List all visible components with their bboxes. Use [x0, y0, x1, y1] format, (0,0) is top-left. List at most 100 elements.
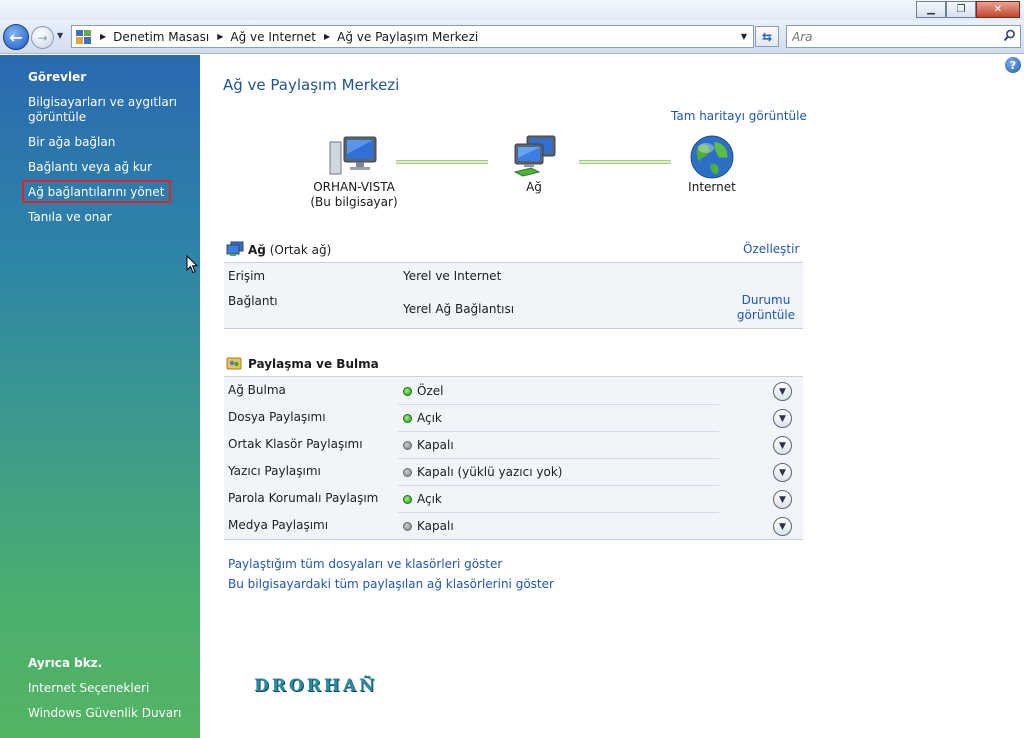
- sharing-row-label: Ortak Klasör Paylaşımı: [228, 437, 363, 451]
- sharing-panel: Ağ Bulma Özel ▼ Dosya Paylaşımı Açık ▼ O…: [224, 376, 803, 540]
- control-panel-icon: [76, 29, 92, 44]
- connection-value: Yerel Ağ Bağlantısı: [403, 302, 515, 316]
- breadcrumb-network-sharing-center[interactable]: Ağ ve Paylaşım Merkezi: [337, 30, 478, 44]
- show-all-shared-folders-link[interactable]: Bu bilgisayardaki tüm paylaşılan ağ klas…: [228, 577, 554, 591]
- chevron-down-icon: ▼: [779, 494, 786, 505]
- see-also-internet-options[interactable]: Internet Seçenekleri: [28, 681, 188, 696]
- row-divider: [398, 458, 719, 459]
- status-off-icon: [403, 468, 412, 477]
- sharing-row-status: Kapalı (yüklü yazıcı yok): [403, 465, 562, 479]
- sharing-row-status: Açık: [403, 411, 442, 425]
- expand-button[interactable]: ▼: [773, 517, 792, 536]
- recent-pages-dropdown[interactable]: ▼: [57, 31, 63, 40]
- sharing-row-status: Kapalı: [403, 519, 454, 533]
- status-off-icon: [403, 441, 412, 450]
- breadcrumb-separator-icon[interactable]: ▶: [217, 32, 223, 41]
- sharing-row-label: Ağ Bulma: [228, 383, 286, 397]
- breadcrumb-separator-icon[interactable]: ▶: [324, 32, 330, 41]
- map-node-internet[interactable]: Internet: [676, 134, 748, 195]
- back-arrow-icon: ←: [9, 27, 23, 47]
- page-title: Ağ ve Paylaşım Merkezi: [223, 76, 400, 94]
- task-pane: Görevler Bilgisayarları ve aygıtları gör…: [0, 55, 200, 738]
- refresh-button[interactable]: ⇆: [755, 26, 779, 47]
- expand-button[interactable]: ▼: [773, 436, 792, 455]
- network-section-header: Ağ (Ortak ağ): [226, 241, 331, 257]
- expand-button[interactable]: ▼: [773, 409, 792, 428]
- sharing-row-value: Açık: [417, 411, 442, 425]
- search-input[interactable]: [792, 29, 992, 44]
- chevron-down-icon: ▼: [779, 413, 786, 424]
- network-label: Ağ: [526, 180, 542, 194]
- status-on-icon: [403, 495, 412, 504]
- sharing-section-header: Paylaşma ve Bulma: [226, 355, 379, 371]
- view-full-map-link[interactable]: Tam haritayı görüntüle: [671, 109, 807, 123]
- show-my-shared-files-link[interactable]: Paylaştığım tüm dosyaları ve klasörleri …: [228, 557, 502, 571]
- sharing-row-label: Parola Korumalı Paylaşım: [228, 491, 379, 505]
- forward-arrow-icon: →: [37, 30, 48, 45]
- task-view-computers-devices[interactable]: Bilgisayarları ve aygıtları görüntüle: [28, 95, 188, 125]
- view-status-link[interactable]: Durumu görüntüle: [736, 293, 796, 323]
- chevron-down-icon: ▼: [779, 521, 786, 532]
- chevron-down-icon: ▼: [779, 467, 786, 478]
- expand-button[interactable]: ▼: [773, 490, 792, 509]
- connection-label: Bağlantı: [228, 294, 278, 308]
- minimize-button[interactable]: ▁: [916, 1, 946, 18]
- map-node-this-computer[interactable]: ORHAN-VISTA (Bu bilgisayar): [306, 134, 402, 210]
- forward-button[interactable]: →: [31, 26, 54, 49]
- refresh-icon: ⇆: [761, 29, 773, 44]
- title-bar: ▁ ❐ ✕: [0, 0, 1024, 20]
- sharing-row-value: Özel: [417, 384, 444, 398]
- sharing-row-status: Kapalı: [403, 438, 454, 452]
- task-connect-to-network[interactable]: Bir ağa bağlan: [28, 135, 188, 150]
- map-connection-line: [579, 160, 671, 164]
- breadcrumb-control-panel[interactable]: Denetim Masası: [113, 30, 209, 44]
- row-divider: [398, 485, 719, 486]
- network-icon: [496, 134, 572, 180]
- sharing-row-label: Dosya Paylaşımı: [228, 410, 326, 424]
- computer-icon: [306, 134, 402, 180]
- access-label: Erişim: [228, 269, 266, 283]
- sharing-row-status: Açık: [403, 492, 442, 506]
- customize-link[interactable]: Özelleştir: [743, 242, 799, 256]
- maximize-button[interactable]: ❐: [946, 1, 976, 18]
- network-name: Ağ: [248, 243, 266, 257]
- address-dropdown-icon[interactable]: ▼: [741, 32, 747, 41]
- close-button[interactable]: ✕: [976, 1, 1020, 18]
- see-also-heading: Ayrıca bkz.: [28, 656, 103, 670]
- sharing-row-label: Yazıcı Paylaşımı: [228, 464, 321, 478]
- back-button[interactable]: ←: [3, 24, 29, 50]
- sharing-row-value: Kapalı: [417, 519, 454, 533]
- network-details-panel: Erişim Yerel ve Internet Bağlantı Yerel …: [224, 262, 803, 329]
- expand-button[interactable]: ▼: [773, 463, 792, 482]
- network-small-icon: [226, 241, 244, 257]
- status-off-icon: [403, 522, 412, 531]
- sharing-row-value: Kapalı: [417, 438, 454, 452]
- breadcrumb-network-internet[interactable]: Ağ ve Internet: [230, 30, 316, 44]
- expand-button[interactable]: ▼: [773, 382, 792, 401]
- sharing-title: Paylaşma ve Bulma: [248, 357, 379, 371]
- search-icon[interactable]: [1003, 29, 1016, 45]
- network-type: (Ortak ağ): [269, 243, 332, 257]
- window-controls: ▁ ❐ ✕: [916, 1, 1020, 18]
- search-box[interactable]: [786, 25, 1021, 48]
- address-bar[interactable]: ▶ Denetim Masası ▶ Ağ ve Internet ▶ Ağ v…: [71, 25, 754, 48]
- mouse-cursor-icon: [186, 254, 199, 277]
- access-value: Yerel ve Internet: [403, 269, 502, 283]
- computer-name: ORHAN-VISTA: [313, 180, 395, 194]
- map-node-network[interactable]: Ağ: [496, 134, 572, 195]
- sharing-row-label: Medya Paylaşımı: [228, 518, 329, 532]
- row-divider: [398, 431, 719, 432]
- highlight-box: [22, 180, 171, 203]
- task-diagnose-repair[interactable]: Tanıla ve onar: [28, 210, 188, 225]
- status-on-icon: [403, 387, 412, 396]
- sharing-row-value: Açık: [417, 492, 442, 506]
- see-also-windows-firewall[interactable]: Windows Güvenlik Duvarı: [28, 706, 188, 721]
- watermark-logo: DRORHAÑ: [254, 676, 378, 696]
- breadcrumb-separator-icon[interactable]: ▶: [100, 32, 106, 41]
- computer-subtitle: (Bu bilgisayar): [310, 195, 398, 209]
- task-setup-connection[interactable]: Bağlantı veya ağ kur: [28, 160, 188, 175]
- chevron-down-icon: ▼: [779, 386, 786, 397]
- help-button[interactable]: ?: [1005, 57, 1021, 73]
- status-on-icon: [403, 414, 412, 423]
- internet-label: Internet: [688, 180, 736, 194]
